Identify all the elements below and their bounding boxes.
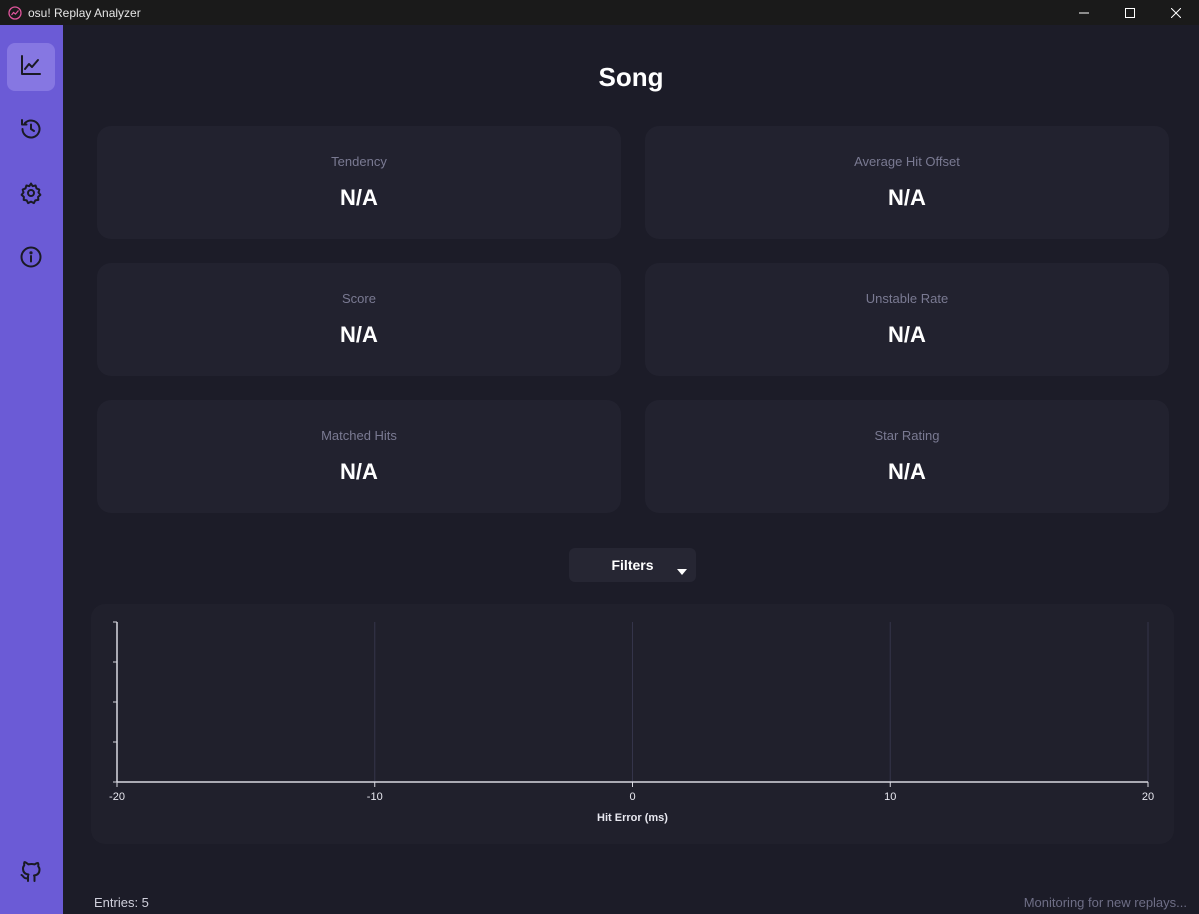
hit-error-chart: -20 -10 0 10 20 Hit Error (ms) — [91, 604, 1174, 844]
x-tick-label: 10 — [884, 791, 896, 803]
stat-card-star-rating: Star Rating N/A — [645, 400, 1169, 513]
stat-label: Average Hit Offset — [854, 154, 960, 169]
stat-card-average-hit-offset: Average Hit Offset N/A — [645, 126, 1169, 239]
app-logo-icon — [8, 5, 22, 20]
github-link-button[interactable] — [7, 849, 55, 897]
github-icon — [19, 859, 43, 888]
x-tick-label: -20 — [109, 791, 125, 803]
main-content: Song Tendency N/A Average Hit Offset N/A… — [63, 25, 1199, 914]
stat-label: Unstable Rate — [865, 291, 949, 306]
x-tick-label: -10 — [367, 791, 383, 803]
x-tick-label: 20 — [1142, 791, 1154, 803]
stat-value: N/A — [888, 185, 926, 210]
hit-error-chart-svg: -20 -10 0 10 20 Hit Error (ms) — [109, 621, 1154, 824]
settings-icon — [19, 181, 43, 210]
x-axis-label: Hit Error (ms) — [597, 812, 668, 824]
stat-card-score: Score N/A — [97, 263, 621, 376]
nav-settings-button[interactable] — [7, 171, 55, 219]
monitoring-status: Monitoring for new replays... — [1023, 895, 1187, 910]
info-icon — [19, 245, 43, 274]
window-title: osu! Replay Analyzer — [28, 5, 141, 20]
filters-dropdown-button[interactable]: Filters — [569, 548, 696, 582]
stat-value: N/A — [340, 322, 378, 347]
stat-value: N/A — [888, 322, 926, 347]
history-icon — [19, 117, 43, 146]
stat-label: Matched Hits — [321, 428, 397, 443]
close-button[interactable] — [1153, 0, 1199, 25]
title-bar: osu! Replay Analyzer — [0, 0, 1199, 25]
stat-card-tendency: Tendency N/A — [97, 126, 621, 239]
stat-value: N/A — [340, 185, 378, 210]
x-tick-label: 0 — [629, 791, 635, 803]
caret-down-icon — [677, 562, 687, 580]
stat-value: N/A — [340, 459, 378, 484]
stat-label: Star Rating — [874, 428, 940, 443]
stat-label: Score — [342, 291, 376, 306]
song-title: Song — [598, 62, 664, 92]
nav-history-button[interactable] — [7, 107, 55, 155]
entries-count: Entries: 5 — [94, 895, 149, 910]
stat-card-unstable-rate: Unstable Rate N/A — [645, 263, 1169, 376]
minimize-button[interactable] — [1061, 0, 1107, 25]
nav-analyzer-button[interactable] — [7, 43, 55, 91]
sidebar — [0, 25, 63, 914]
chart-icon — [19, 53, 43, 82]
stat-value: N/A — [888, 459, 926, 484]
stat-label: Tendency — [331, 154, 387, 169]
nav-info-button[interactable] — [7, 235, 55, 283]
maximize-button[interactable] — [1107, 0, 1153, 25]
stat-card-matched-hits: Matched Hits N/A — [97, 400, 621, 513]
